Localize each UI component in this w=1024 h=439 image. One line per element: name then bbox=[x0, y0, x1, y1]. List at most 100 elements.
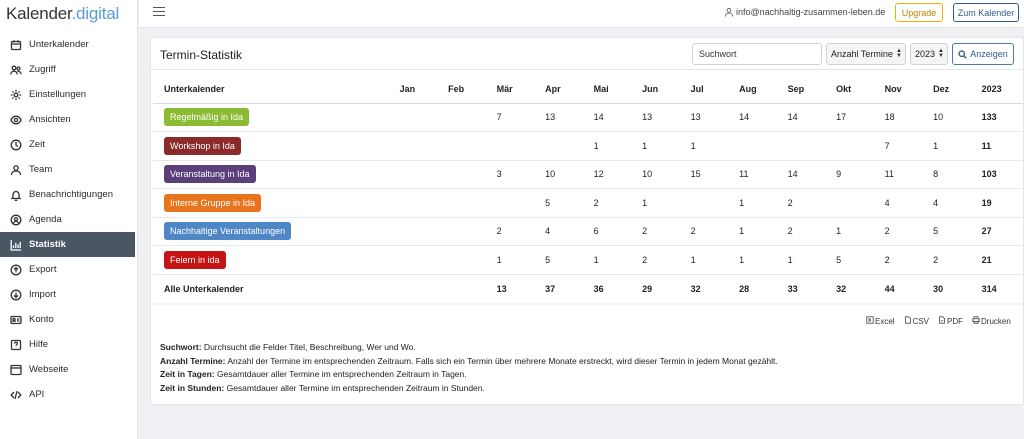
month-value-cell: 5 bbox=[545, 188, 594, 218]
calendar-name-cell: Feiern in ida bbox=[153, 245, 400, 275]
sidebar: Kalender.digital Unterkalender Zugriff Ein… bbox=[0, 0, 138, 439]
sidebar-item-agenda[interactable]: Agenda bbox=[0, 207, 137, 232]
search-input[interactable] bbox=[692, 43, 822, 65]
sidebar-item-konto[interactable]: Konto bbox=[0, 307, 137, 332]
column-header[interactable]: 2023 bbox=[981, 75, 1023, 104]
sidebar-item-statistik[interactable]: Statistik bbox=[0, 232, 135, 257]
column-header[interactable]: Unterkalender bbox=[153, 75, 400, 104]
month-value-cell: 2 bbox=[884, 217, 934, 246]
month-value-cell bbox=[399, 131, 449, 161]
column-header[interactable]: Jul bbox=[690, 75, 740, 104]
sidebar-item-hilfe[interactable]: Hilfe bbox=[0, 332, 137, 357]
sidebar-item-label: Ansichten bbox=[29, 114, 71, 125]
statistics-table: Unterkalender Jan Feb Mär Apr Mai Jun Jul Aug Sep… bbox=[153, 75, 1023, 303]
zum-kalender-button[interactable]: Zum Kalender bbox=[953, 3, 1019, 22]
sidebar-item-label: Einstellungen bbox=[29, 89, 87, 100]
export-excel-button[interactable]: Excel bbox=[866, 316, 895, 326]
month-value-cell: 17 bbox=[836, 103, 885, 132]
sidebar-item-unterkalender[interactable]: Unterkalender bbox=[0, 32, 137, 57]
calendar-badge[interactable]: Nachhaltige Veranstaltungen bbox=[164, 222, 292, 241]
month-value-cell: 2 bbox=[787, 188, 837, 218]
column-header[interactable]: Okt bbox=[836, 75, 885, 104]
hamburger-menu-icon[interactable] bbox=[153, 7, 165, 19]
agenda-icon bbox=[9, 213, 23, 227]
sidebar-item-einstellungen[interactable]: Einstellungen bbox=[0, 82, 137, 107]
month-value-cell bbox=[787, 131, 837, 161]
calendar-badge[interactable]: Regelmäßig in Ida bbox=[164, 108, 250, 127]
legend-line: Zeit in Tagen: Gesamtdauer aller Termine… bbox=[160, 368, 778, 382]
sidebar-item-webseite[interactable]: Webseite bbox=[0, 357, 137, 382]
export-buttons: Excel CSV PDF Drucken bbox=[866, 316, 1020, 326]
table-row: Interne Gruppe in Ida 5 2 1 1 2 4 4 19 bbox=[153, 188, 1023, 218]
month-value-cell: 5 bbox=[836, 245, 885, 275]
column-header[interactable]: Apr bbox=[545, 75, 594, 104]
sidebar-item-zeit[interactable]: Zeit bbox=[0, 132, 137, 157]
column-header[interactable]: Aug bbox=[739, 75, 788, 104]
export-drucken-button[interactable]: Drucken bbox=[972, 316, 1011, 326]
select-arrows-icon: ▲ ▼ bbox=[938, 48, 944, 59]
excel-icon bbox=[866, 316, 875, 326]
column-header[interactable]: Nov bbox=[884, 75, 934, 104]
table-row: Veranstaltung in Ida 3 10 12 10 15 11 14 9 11 8 103 bbox=[153, 160, 1023, 189]
table-row: Nachhaltige Veranstaltungen 2 4 6 2 2 1 2 1 2 5 27 bbox=[153, 217, 1023, 246]
month-value-cell: 14 bbox=[739, 103, 788, 132]
statistics-card: Termin-Statistik Anzahl Termine▲▼ 2023▲▼… bbox=[150, 37, 1024, 405]
month-value-cell: 3 bbox=[496, 160, 546, 189]
month-value-cell: 1 bbox=[933, 131, 982, 161]
user-account[interactable]: info@nachhaltig-zusammen-leben.de bbox=[724, 7, 885, 17]
year-total-cell: 21 bbox=[981, 245, 1023, 275]
month-value-cell bbox=[496, 188, 546, 218]
year-total-cell: 19 bbox=[981, 188, 1023, 218]
column-header[interactable]: Mär bbox=[496, 75, 546, 104]
upgrade-button[interactable]: Upgrade bbox=[895, 3, 943, 22]
calendar-name-cell: Alle Unterkalender bbox=[164, 283, 244, 294]
column-header[interactable]: Jan bbox=[399, 75, 449, 104]
sidebar-item-zugriff[interactable]: Zugriff bbox=[0, 57, 137, 82]
legend-line: Anzahl Termine: Anzahl der Termine im en… bbox=[160, 355, 778, 369]
column-header[interactable]: Feb bbox=[448, 75, 497, 104]
sidebar-item-import[interactable]: Import bbox=[0, 282, 137, 307]
sidebar-item-team[interactable]: Team bbox=[0, 157, 137, 182]
column-header[interactable]: Sep bbox=[787, 75, 837, 104]
month-value-cell: 13 bbox=[496, 283, 507, 294]
calendar-badge[interactable]: Interne Gruppe in Ida bbox=[164, 193, 262, 212]
month-value-cell bbox=[690, 188, 740, 218]
month-value-cell: 12 bbox=[593, 160, 643, 189]
column-header[interactable]: Mai bbox=[593, 75, 643, 104]
app-logo[interactable]: Kalender.digital bbox=[0, 0, 137, 26]
sidebar-item-api[interactable]: API bbox=[0, 382, 137, 407]
calendar-badge[interactable]: Veranstaltung in Ida bbox=[164, 165, 256, 184]
upload-icon bbox=[9, 263, 23, 277]
month-value-cell bbox=[399, 160, 449, 189]
total-row: Alle Unterkalender 13 37 36 29 32 28 33 32 44 30 31… bbox=[153, 274, 1023, 303]
month-value-cell bbox=[448, 188, 497, 218]
month-value-cell: 33 bbox=[787, 283, 798, 294]
month-value-cell bbox=[448, 103, 497, 132]
calendar-badge[interactable]: Workshop in Ida bbox=[164, 136, 241, 155]
month-value-cell: 6 bbox=[593, 217, 643, 246]
month-value-cell: 4 bbox=[884, 188, 934, 218]
select-arrows-icon: ▲ ▼ bbox=[896, 48, 902, 59]
show-button[interactable]: Anzeigen bbox=[952, 43, 1014, 65]
legend-term: Zeit in Stunden: bbox=[160, 382, 225, 393]
metric-select[interactable]: Anzahl Termine ▲ ▼ bbox=[826, 43, 906, 65]
user-icon bbox=[9, 163, 23, 177]
export-pdf-button[interactable]: PDF bbox=[938, 316, 963, 326]
sidebar-item-benachrichtigungen[interactable]: Benachrichtigungen bbox=[0, 182, 137, 207]
month-value-cell: 5 bbox=[933, 217, 982, 246]
month-value-cell: 1 bbox=[690, 131, 740, 161]
month-value-cell: 1 bbox=[593, 245, 643, 275]
export-csv-button[interactable]: CSV bbox=[904, 316, 929, 326]
calendar-badge[interactable]: Feiern in ida bbox=[164, 250, 226, 269]
month-value-cell bbox=[400, 274, 449, 303]
month-value-cell: 1 bbox=[593, 131, 643, 161]
legend-term: Zeit in Tagen: bbox=[160, 369, 215, 379]
column-header[interactable]: Jun bbox=[642, 75, 691, 104]
sidebar-item-export[interactable]: Export bbox=[0, 257, 137, 282]
legend-text: Gesamtdauer aller Termine im entsprechen… bbox=[224, 382, 485, 393]
sidebar-item-label: Team bbox=[29, 164, 53, 175]
sidebar-item-ansichten[interactable]: Ansichten bbox=[0, 107, 137, 132]
month-value-cell: 1 bbox=[690, 245, 740, 275]
column-header[interactable]: Dez bbox=[933, 75, 982, 104]
year-select[interactable]: 2023 ▲ ▼ bbox=[910, 43, 948, 65]
